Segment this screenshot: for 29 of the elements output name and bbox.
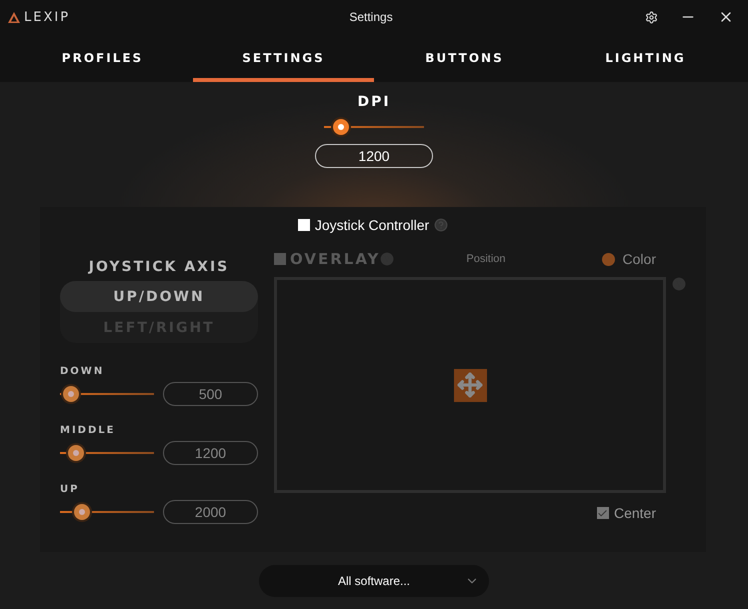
checkbox[interactable] (298, 219, 310, 231)
color-label: Color (622, 251, 656, 267)
window-title: Settings (349, 10, 393, 24)
software-dropdown[interactable]: All software... (259, 564, 489, 596)
value-field[interactable]: 2000 (163, 500, 258, 524)
position-label: Position (466, 253, 506, 265)
slider-label: MIDDLE (60, 425, 116, 436)
overlay-label: OVERLAY (290, 250, 380, 268)
logo-icon (8, 12, 20, 22)
slider-label: DOWN (60, 366, 104, 377)
joystick-controller-label: Joystick Controller (314, 217, 430, 233)
tab[interactable]: BUTTONS (374, 34, 555, 82)
tab[interactable]: PROFILES (12, 34, 193, 82)
value-field[interactable]: 500 (163, 382, 258, 406)
dpi-label: DPI (357, 94, 391, 110)
axis-option[interactable]: UP/DOWN (60, 281, 258, 312)
move-icon[interactable] (454, 368, 486, 402)
settings-icon[interactable] (645, 10, 658, 24)
slider-thumb[interactable] (63, 386, 80, 402)
slider-thumb[interactable] (333, 119, 349, 135)
center-label: Center (614, 505, 656, 521)
slider-thumb[interactable] (68, 445, 84, 461)
value-field[interactable]: 1200 (163, 441, 258, 465)
slider-label: UP (60, 484, 80, 495)
dpi-field[interactable]: 1200 (315, 144, 433, 168)
axis-title: JOYSTICK AXIS (87, 259, 230, 275)
slider-thumb[interactable] (74, 504, 90, 520)
tab[interactable]: LIGHTING (555, 34, 736, 82)
brand-name: LEXIP (24, 10, 70, 24)
